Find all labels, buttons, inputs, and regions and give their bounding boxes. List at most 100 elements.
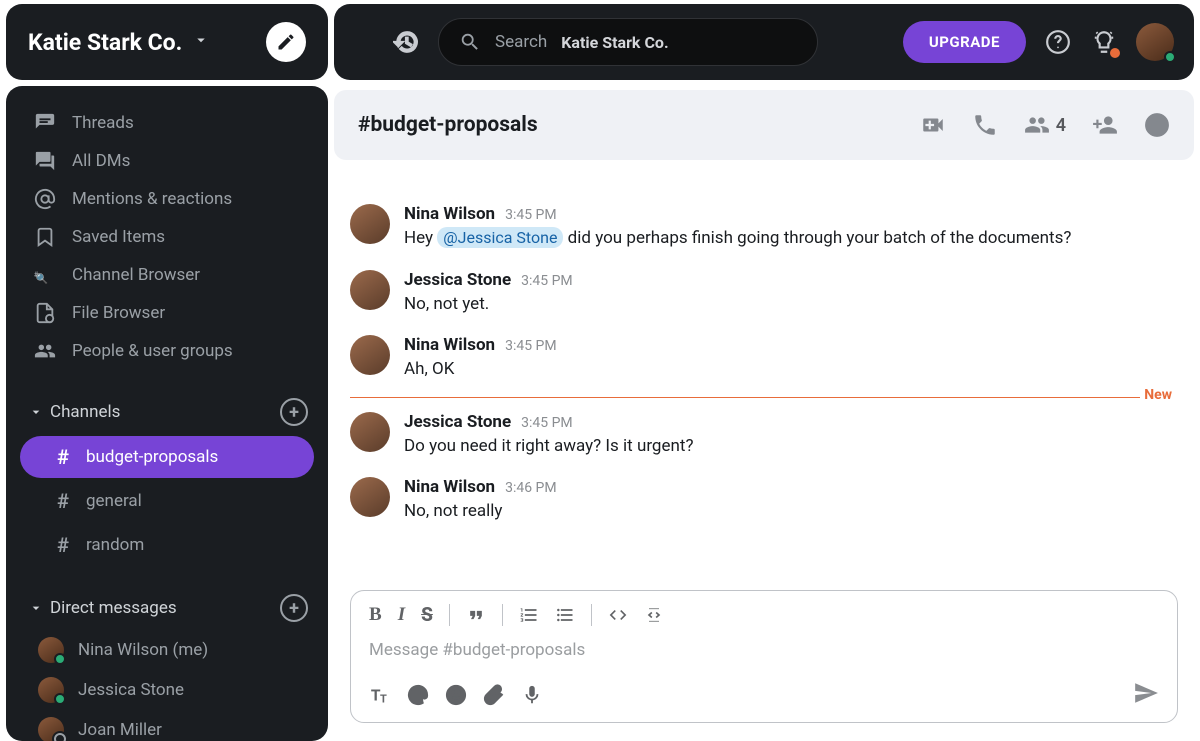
voice-button[interactable] <box>521 684 543 706</box>
italic-button[interactable]: I <box>398 604 405 626</box>
workspace-switcher[interactable]: Katie Stark Co. <box>28 29 252 56</box>
call-button[interactable] <box>972 112 998 138</box>
bullet-list-button[interactable] <box>555 605 575 625</box>
video-plus-icon <box>920 112 946 138</box>
message-time: 3:45 PM <box>505 338 557 354</box>
section-label: Direct messages <box>50 598 280 618</box>
avatar[interactable] <box>350 477 390 517</box>
channel-pane: #budget-proposals 4 Nina Wilson <box>334 90 1194 735</box>
bookmark-icon <box>34 226 56 248</box>
channel-title[interactable]: #budget-proposals <box>358 113 894 137</box>
compose-button[interactable] <box>266 22 306 62</box>
new-label: New <box>1140 387 1176 403</box>
svg-text:T: T <box>380 692 387 705</box>
search-icon <box>459 31 481 53</box>
divider <box>591 604 592 626</box>
code-button[interactable] <box>608 605 628 625</box>
channel-info-button[interactable] <box>1144 112 1170 138</box>
nav-threads[interactable]: Threads <box>6 104 328 142</box>
strikethrough-button[interactable]: S <box>421 603 433 626</box>
nav-mentions[interactable]: Mentions & reactions <box>6 180 328 218</box>
file-icon <box>34 302 56 324</box>
dm-item[interactable]: Jessica Stone <box>6 670 328 710</box>
message-text: No, not yet. <box>404 292 1174 318</box>
ordered-list-button[interactable] <box>519 605 539 625</box>
notification-dot <box>1110 48 1120 58</box>
user-avatar[interactable] <box>1136 23 1174 61</box>
nav-people[interactable]: People & user groups <box>6 332 328 370</box>
top-bar: Search Katie Stark Co. UPGRADE <box>334 4 1194 80</box>
add-dm-button[interactable]: + <box>280 594 308 622</box>
mention[interactable]: @Jessica Stone <box>437 227 563 248</box>
nav-channel-browser[interactable]: #🔍 Channel Browser <box>6 256 328 294</box>
threads-icon <box>34 112 56 134</box>
channels-section-header[interactable]: Channels + <box>6 390 328 434</box>
upgrade-button[interactable]: UPGRADE <box>903 21 1026 63</box>
channel-item-budget-proposals[interactable]: #budget-proposals <box>20 436 314 478</box>
add-video-button[interactable] <box>920 112 946 138</box>
format-toggle-button[interactable]: TT <box>369 684 391 706</box>
nav-all-dms[interactable]: All DMs <box>6 142 328 180</box>
messages-list[interactable]: Nina Wilson3:45 PMHey @Jessica Stone did… <box>334 168 1194 584</box>
channel-item-random[interactable]: # random <box>20 524 314 566</box>
chevron-down-icon <box>26 598 46 618</box>
channel-name: general <box>86 491 142 511</box>
sidebar-body: Threads All DMs Mentions & reactions Sav… <box>6 86 328 741</box>
help-button[interactable] <box>1044 28 1072 56</box>
notifications-button[interactable] <box>1090 28 1118 56</box>
add-person-icon <box>1092 112 1118 138</box>
message-author[interactable]: Nina Wilson <box>404 335 495 355</box>
message-author[interactable]: Nina Wilson <box>404 477 495 497</box>
bold-button[interactable]: B <box>369 604 382 626</box>
message: Jessica Stone 3:45 PM Do you need it right… <box>350 406 1174 472</box>
avatar <box>38 677 64 703</box>
add-channel-button[interactable]: + <box>280 398 308 426</box>
nav-label: All DMs <box>72 151 308 171</box>
workspace-name: Katie Stark Co. <box>28 29 182 56</box>
dm-item[interactable]: Joan Miller <box>6 710 328 741</box>
new-messages-divider: New <box>350 397 1174 398</box>
dms-section-header[interactable]: Direct messages + <box>6 586 328 630</box>
avatar[interactable] <box>350 270 390 310</box>
quote-button[interactable] <box>466 605 486 625</box>
mention-button[interactable] <box>407 684 429 706</box>
avatar[interactable] <box>350 412 390 452</box>
attach-button[interactable] <box>483 684 505 706</box>
send-button[interactable] <box>1133 680 1159 710</box>
members-button[interactable]: 4 <box>1024 112 1066 138</box>
chevron-down-icon <box>192 31 210 54</box>
message-text: Do you need it right away? Is it urgent? <box>404 434 1174 460</box>
dm-item[interactable]: Nina Wilson (me) <box>6 630 328 670</box>
code-block-button[interactable] <box>644 605 664 625</box>
dm-name: Joan Miller <box>78 720 162 740</box>
avatar[interactable] <box>350 204 390 244</box>
channel-item-general[interactable]: # general <box>20 480 314 522</box>
history-button[interactable] <box>392 28 420 56</box>
channel-browser-icon: #🔍 <box>34 264 56 286</box>
avatar[interactable] <box>350 335 390 375</box>
nav-file-browser[interactable]: File Browser <box>6 294 328 332</box>
message-input[interactable]: Message #budget-proposals <box>351 630 1177 672</box>
nav-label: Saved Items <box>72 227 308 247</box>
message-time: 3:46 PM <box>505 480 557 496</box>
composer-actions: TT <box>351 672 1177 722</box>
message-time: 3:45 PM <box>521 415 573 431</box>
presence-indicator <box>54 693 66 705</box>
channel-name: random <box>86 535 144 555</box>
emoji-button[interactable] <box>445 684 467 706</box>
nav-saved[interactable]: Saved Items <box>6 218 328 256</box>
chevron-down-icon <box>26 402 46 422</box>
message-author[interactable]: Jessica Stone <box>404 270 511 290</box>
member-count: 4 <box>1056 115 1066 136</box>
hash-icon: # <box>54 489 72 513</box>
hash-icon: # <box>54 533 72 557</box>
message: Nina Wilson3:45 PMHey @Jessica Stone did… <box>350 198 1174 264</box>
history-icon <box>393 29 419 55</box>
message-author[interactable]: Jessica Stone <box>404 412 511 432</box>
hash-icon: # <box>54 445 72 469</box>
search-input[interactable]: Search Katie Stark Co. <box>438 18 818 66</box>
people-icon <box>34 340 56 362</box>
add-member-button[interactable] <box>1092 112 1118 138</box>
info-icon <box>1144 112 1170 138</box>
message-author[interactable]: Nina Wilson <box>404 204 495 224</box>
